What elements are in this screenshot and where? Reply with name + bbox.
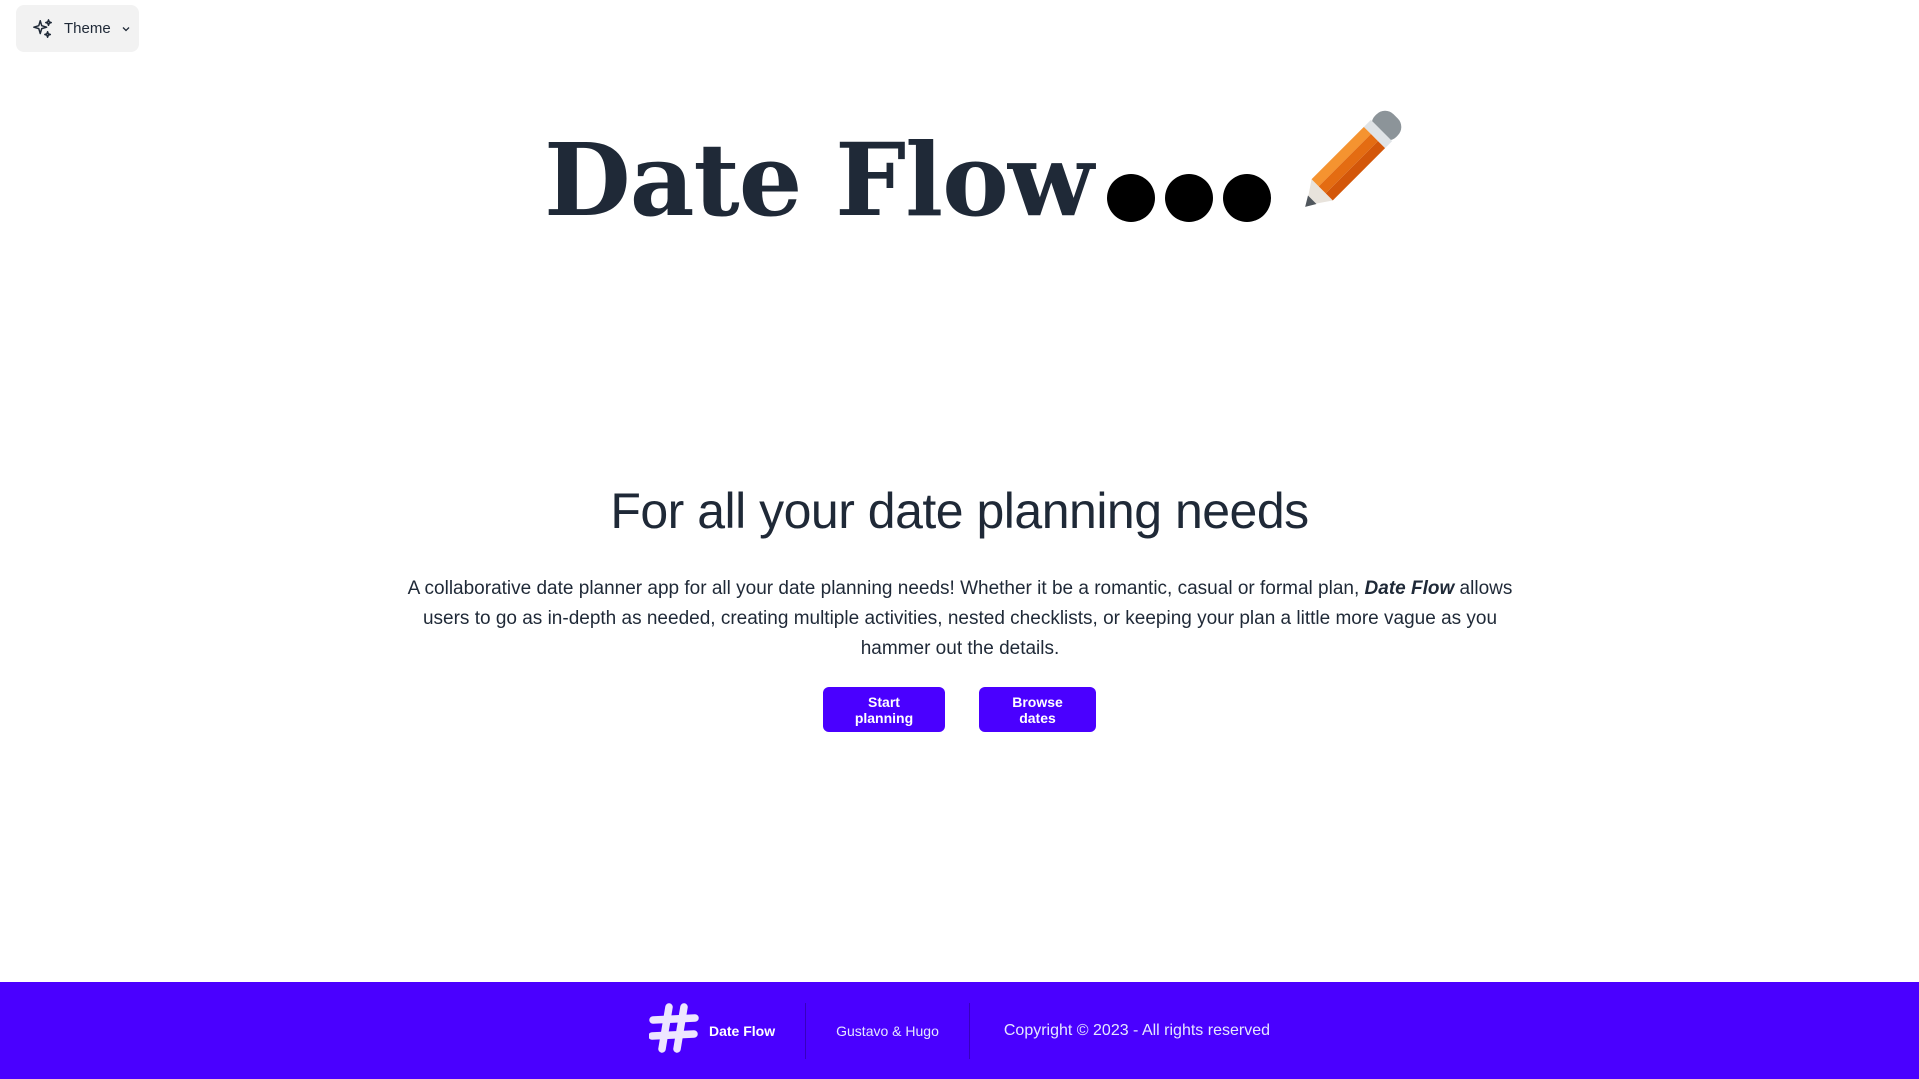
main-heading: For all your date planning needs: [610, 483, 1309, 539]
app-title: Date Flow: [544, 121, 1094, 239]
description-brand: Date Flow: [1364, 578, 1455, 599]
hashtag-icon: [648, 1003, 699, 1058]
footer-logo[interactable]: Date Flow: [648, 1003, 805, 1058]
footer-authors: Gustavo & Hugo: [836, 1022, 939, 1039]
description-text-start: A collaborative date planner app for all…: [407, 578, 1365, 599]
sparkles-icon: [32, 18, 54, 40]
footer-brand: Date Flow: [709, 1022, 776, 1039]
app-description: A collaborative date planner app for all…: [390, 574, 1530, 664]
footer-copyright: Copyright © 2023 - All rights reserved: [1003, 1021, 1270, 1039]
typing-dots-icon: [1106, 174, 1271, 222]
footer: Date Flow Gustavo & Hugo Copyright © 202…: [0, 982, 1919, 1079]
browse-dates-button[interactable]: Browse dates: [979, 687, 1096, 732]
hero-title: Date Flow: [544, 82, 1413, 242]
chevron-down-icon: [121, 24, 131, 34]
pencil-icon: [1285, 99, 1413, 232]
start-planning-button[interactable]: Start planning: [823, 687, 945, 732]
theme-button[interactable]: Theme: [16, 5, 139, 52]
cta-buttons: Start planning Browse dates: [0, 687, 1919, 732]
theme-button-label: Theme: [64, 20, 111, 37]
